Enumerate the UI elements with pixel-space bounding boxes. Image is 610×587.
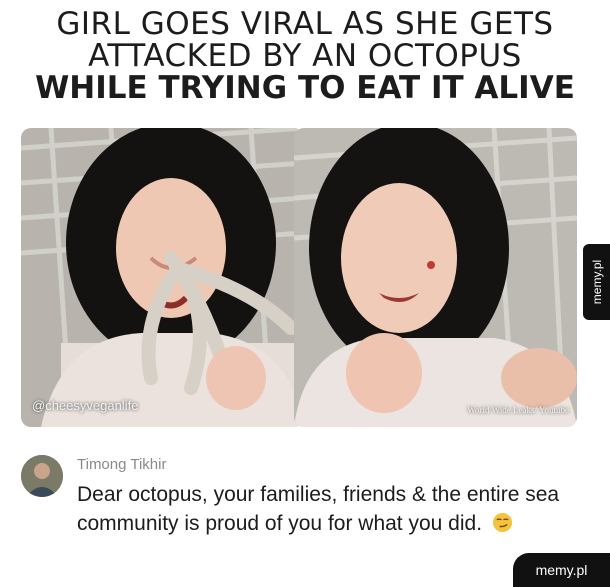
photo-right: World Wide Leaks/ Youtube bbox=[294, 128, 577, 427]
comment-username[interactable]: Timong Tikhir bbox=[77, 456, 166, 473]
side-tab-badge: memy.pl bbox=[583, 244, 610, 320]
headline-line-3: WHILE TRYING TO EAT IT ALIVE bbox=[35, 70, 575, 106]
photo-left: @cheesyveganlife bbox=[21, 128, 304, 427]
comment-body: Dear octopus, your families, friends & t… bbox=[77, 480, 577, 538]
photo-left-illustration bbox=[21, 128, 304, 427]
comment-text: Dear octopus, your families, friends & t… bbox=[77, 483, 560, 535]
side-tab-label: memy.pl bbox=[589, 259, 604, 305]
photo-right-illustration bbox=[294, 128, 577, 427]
headline-line-2: ATTACKED BY AN OCTOPUS bbox=[88, 38, 522, 74]
avatar-image bbox=[21, 455, 63, 497]
corner-badge[interactable]: memy.pl bbox=[513, 553, 610, 587]
watermark-right: World Wide Leaks/ Youtube bbox=[467, 405, 569, 415]
headline-line-1: GIRL GOES VIRAL AS SHE GETS bbox=[56, 6, 554, 42]
smirking-face-icon bbox=[492, 512, 512, 533]
avatar[interactable] bbox=[21, 455, 63, 497]
watermark-left: @cheesyveganlife bbox=[32, 398, 139, 413]
